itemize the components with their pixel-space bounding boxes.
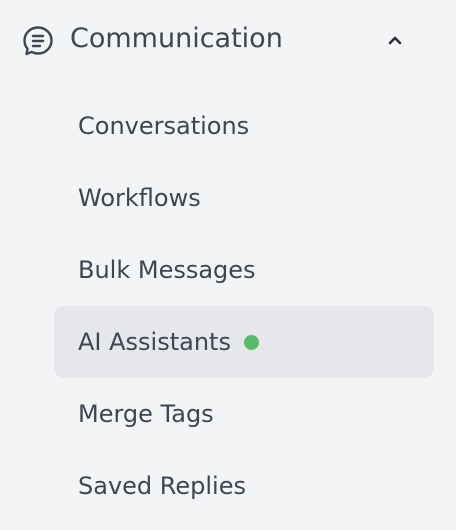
communication-menu: Communication Conversations Workflows Bu… [0, 0, 456, 530]
communication-submenu: Conversations Workflows Bulk Messages AI… [54, 90, 434, 522]
menu-item-label: AI Assistants [78, 328, 231, 356]
menu-item-bulk-messages[interactable]: Bulk Messages [54, 234, 434, 306]
menu-item-label: Bulk Messages [78, 256, 256, 284]
message-lines-icon [23, 26, 53, 56]
status-dot [243, 334, 259, 350]
menu-item-label: Conversations [78, 112, 250, 140]
chevron-up-icon[interactable] [385, 32, 405, 48]
menu-item-label: Saved Replies [78, 472, 246, 500]
menu-item-label: Merge Tags [78, 400, 214, 428]
menu-item-conversations[interactable]: Conversations [54, 90, 434, 162]
communication-section-header[interactable]: Communication [0, 0, 456, 78]
menu-item-merge-tags[interactable]: Merge Tags [54, 378, 434, 450]
section-title: Communication [70, 23, 283, 54]
menu-item-label: Workflows [78, 184, 201, 212]
menu-item-ai-assistants[interactable]: AI Assistants [54, 306, 434, 378]
menu-item-workflows[interactable]: Workflows [54, 162, 434, 234]
menu-item-saved-replies[interactable]: Saved Replies [54, 450, 434, 522]
